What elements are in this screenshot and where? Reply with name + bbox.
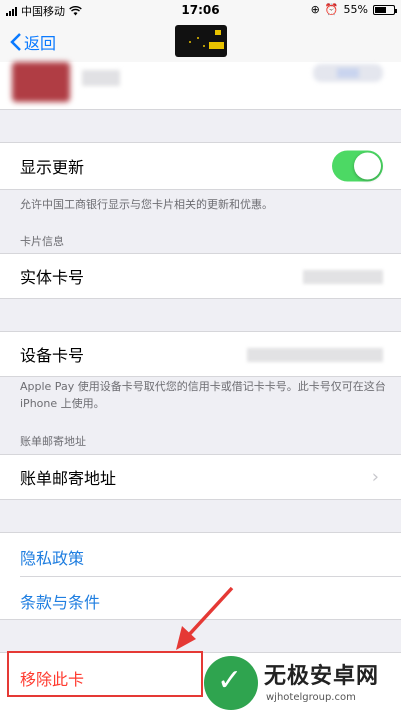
watermark-url: wjhotelgroup.com xyxy=(266,692,356,703)
watermark-title: 无极安卓网 xyxy=(264,664,380,689)
watermark-logo-icon xyxy=(204,656,258,710)
watermark: 无极安卓网 wjhotelgroup.com xyxy=(200,650,401,714)
annotation-arrow-icon xyxy=(176,586,234,650)
